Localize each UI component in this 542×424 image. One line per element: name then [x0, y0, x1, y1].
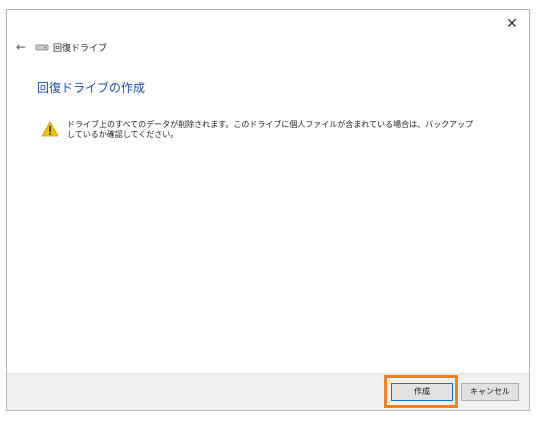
recovery-drive-window: ✕ ← 回復ドライブ 回復ドライブの作成 ドライブ上のすべてのデータが削除されま… [6, 9, 530, 411]
warning-line-2: しているか確認してください。 [67, 130, 179, 139]
navigation-bar: ← 回復ドライブ [13, 38, 107, 56]
drive-icon [35, 44, 49, 51]
warning-icon [41, 121, 59, 137]
warning-message: ドライブ上のすべてのデータが削除されます。このドライブに個人ファイルが含まれてい… [41, 120, 487, 140]
page-title: 回復ドライブの作成 [37, 81, 146, 95]
cancel-button[interactable]: キャンセル [461, 383, 519, 401]
footer-bar: 作成 キャンセル [7, 373, 529, 410]
close-icon[interactable]: ✕ [501, 14, 523, 34]
window-title: 回復ドライブ [53, 43, 108, 54]
warning-text: ドライブ上のすべてのデータが削除されます。このドライブに個人ファイルが含まれてい… [67, 120, 487, 140]
back-arrow-icon[interactable]: ← [13, 40, 29, 54]
warning-line-1: ドライブ上のすべてのデータが削除されます。このドライブに個人ファイルが含まれてい… [67, 120, 474, 129]
create-button[interactable]: 作成 [391, 383, 453, 401]
